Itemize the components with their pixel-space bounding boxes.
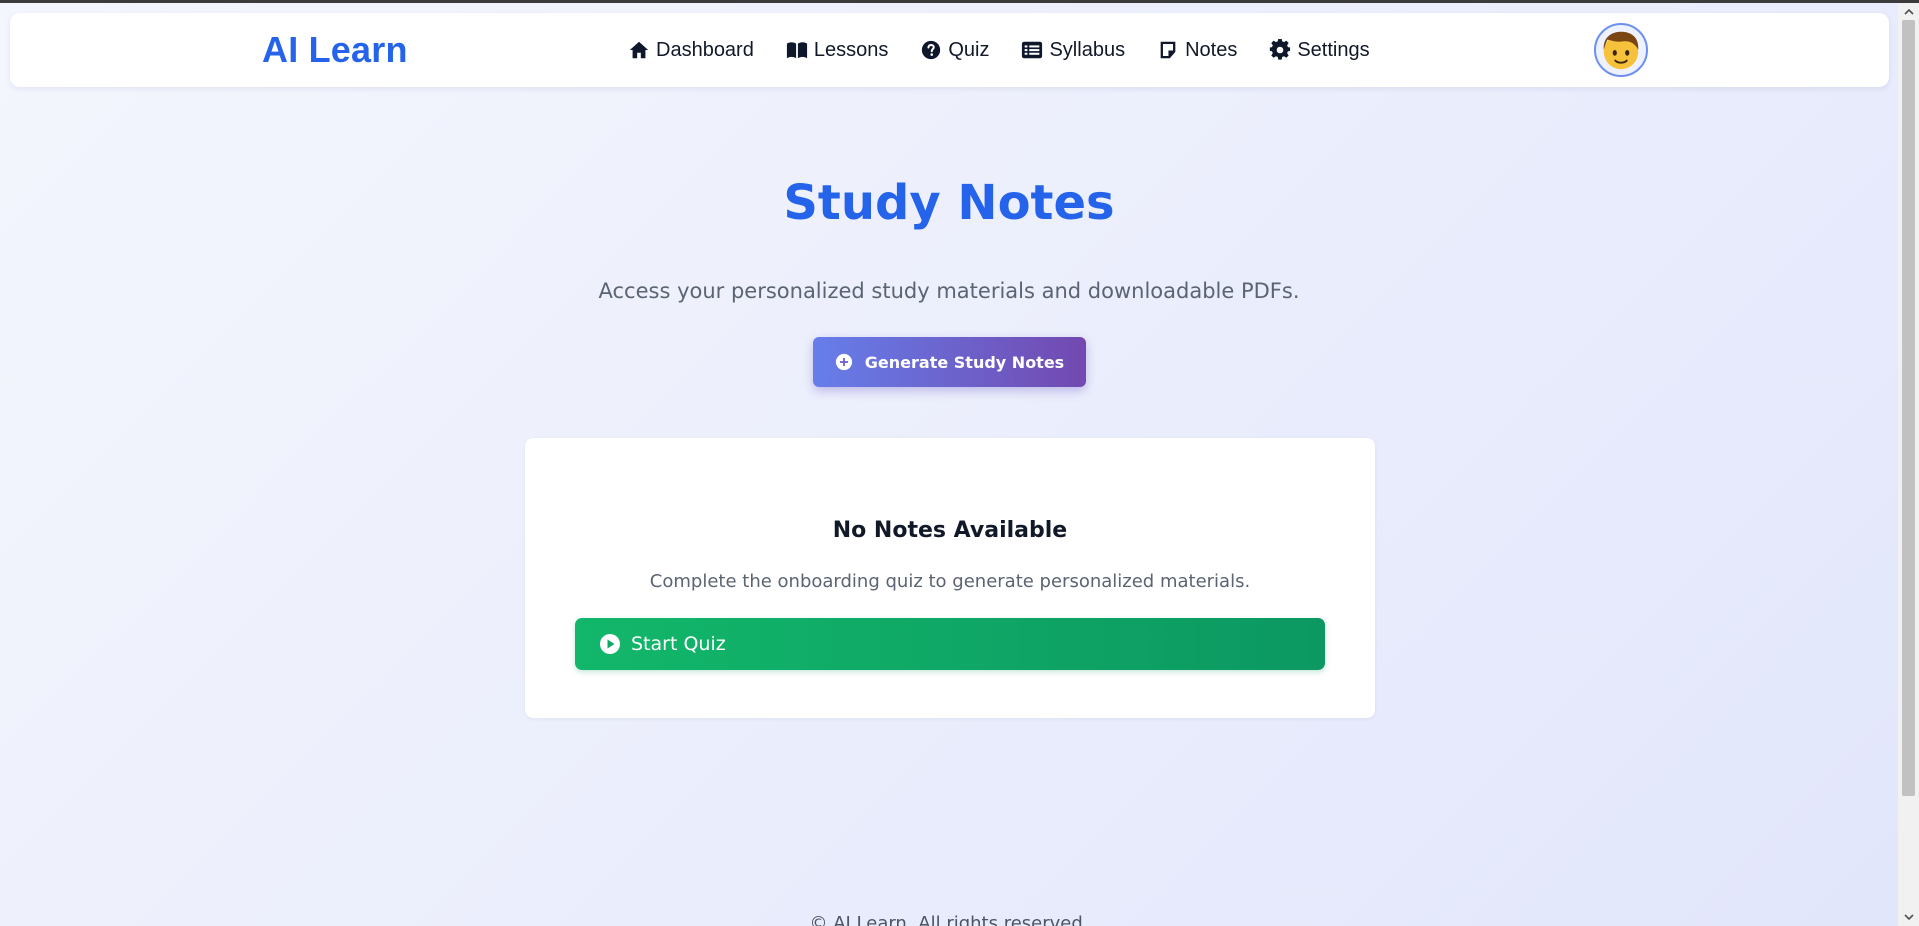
plus-circle-icon <box>835 353 853 371</box>
vertical-scrollbar[interactable] <box>1898 3 1919 926</box>
start-quiz-label: Start Quiz <box>631 633 726 655</box>
page: AI Learn Dashboard Lessons Quiz Syllabus… <box>0 3 1898 926</box>
footer-copyright: © AI Learn. All rights reserved. <box>809 913 1089 926</box>
scrollbar-thumb[interactable] <box>1902 20 1915 796</box>
nav-dashboard-label: Dashboard <box>656 38 754 61</box>
nav-lessons-label: Lessons <box>813 38 889 61</box>
boy-face-icon <box>1598 27 1644 73</box>
generate-study-notes-button[interactable]: Generate Study Notes <box>813 337 1086 387</box>
start-quiz-button[interactable]: Start Quiz <box>575 618 1325 670</box>
user-avatar[interactable] <box>1594 23 1648 77</box>
scroll-down-arrow-icon[interactable] <box>1898 909 1919 926</box>
nav-notes[interactable]: Notes <box>1157 39 1237 62</box>
nav-settings[interactable]: Settings <box>1269 38 1370 62</box>
nav-quiz-label: Quiz <box>948 38 990 61</box>
main-nav: Dashboard Lessons Quiz Syllabus Notes Se… <box>628 13 1370 87</box>
nav-quiz[interactable]: Quiz <box>920 39 989 62</box>
empty-state-text: Complete the onboarding quiz to generate… <box>649 571 1251 592</box>
sticky-note-icon <box>1157 39 1179 61</box>
nav-lessons[interactable]: Lessons <box>786 38 889 62</box>
list-icon <box>1021 39 1043 61</box>
empty-state-title: No Notes Available <box>832 518 1068 543</box>
question-circle-icon <box>920 39 942 61</box>
navbar: AI Learn Dashboard Lessons Quiz Syllabus… <box>10 13 1889 87</box>
nav-notes-label: Notes <box>1185 38 1238 61</box>
gear-icon <box>1269 39 1291 61</box>
page-title: Study Notes <box>783 175 1115 231</box>
generate-study-notes-label: Generate Study Notes <box>864 352 1065 372</box>
scroll-up-arrow-icon[interactable] <box>1898 3 1919 20</box>
nav-syllabus-label: Syllabus <box>1049 38 1126 61</box>
nav-syllabus[interactable]: Syllabus <box>1021 39 1125 62</box>
nav-settings-label: Settings <box>1297 38 1370 61</box>
nav-dashboard[interactable]: Dashboard <box>628 39 754 62</box>
brand-logo[interactable]: AI Learn <box>262 13 408 87</box>
play-circle-icon <box>599 633 621 655</box>
book-icon <box>786 39 808 61</box>
page-subtitle: Access your personalized study materials… <box>598 279 1300 303</box>
empty-notes-card: No Notes Available Complete the onboardi… <box>525 438 1375 718</box>
home-icon <box>628 39 650 61</box>
